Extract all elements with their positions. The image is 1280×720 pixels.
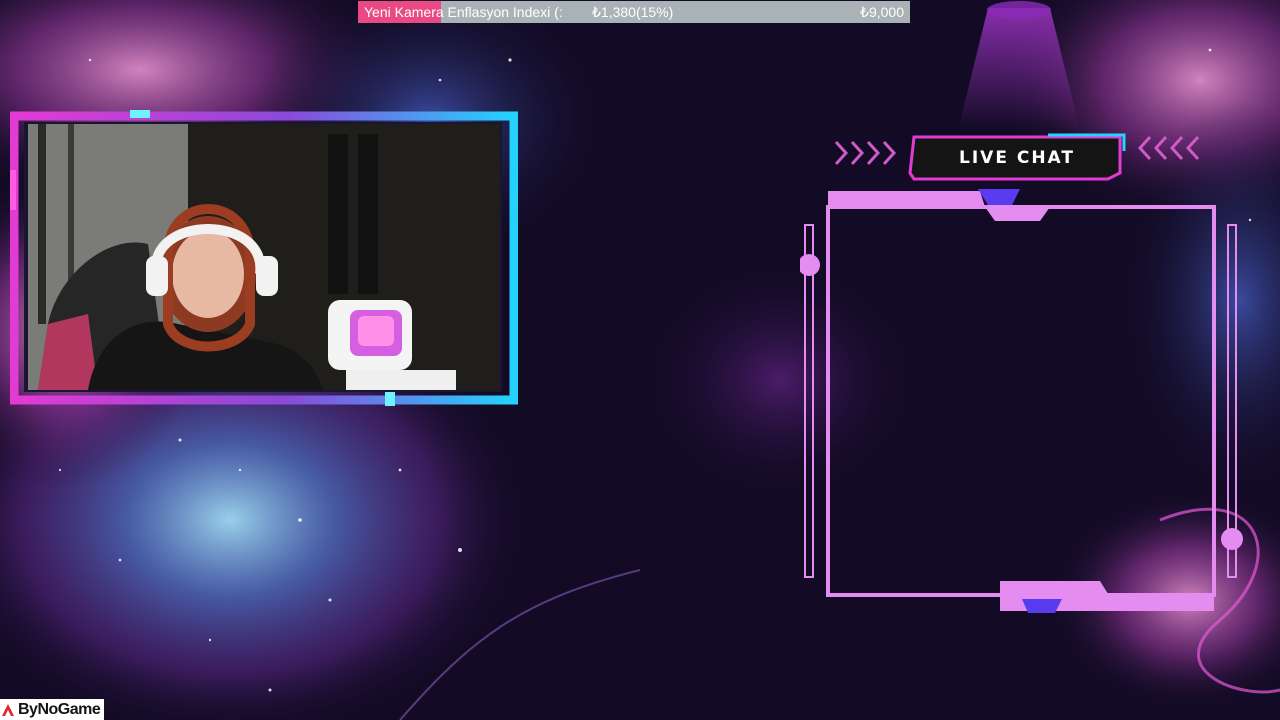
webcam-feed	[28, 124, 500, 390]
live-chat-message-area	[836, 218, 1208, 584]
donation-goal-bar: Yeni Kamera Enflasyon Indexi (: ₺1,380(1…	[358, 1, 910, 23]
donation-goal-target: ₺9,000	[860, 4, 904, 20]
logo-text: ByNoGame	[18, 700, 101, 718]
donation-goal-title: Yeni Kamera Enflasyon Indexi (:	[364, 4, 563, 20]
streamer-webcam-image	[28, 124, 500, 390]
bynogame-logo-icon	[2, 703, 14, 716]
live-chat-title: LIVE CHAT	[959, 148, 1075, 168]
chevrons-left-icon	[1137, 135, 1200, 161]
donation-goal-progress: ₺1,380(15%)	[592, 4, 674, 20]
bynogame-logo: ByNoGame	[0, 699, 104, 720]
chevrons-right-icon	[834, 140, 897, 166]
